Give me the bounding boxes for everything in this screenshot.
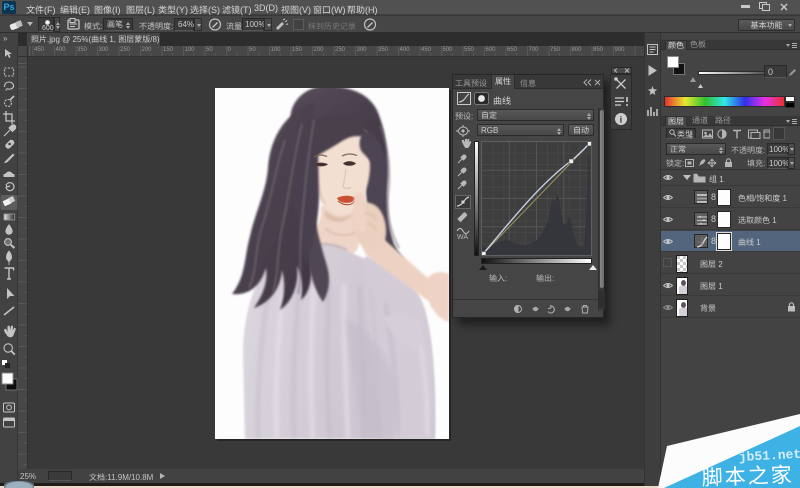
svg-text:WA: WA	[457, 234, 468, 239]
